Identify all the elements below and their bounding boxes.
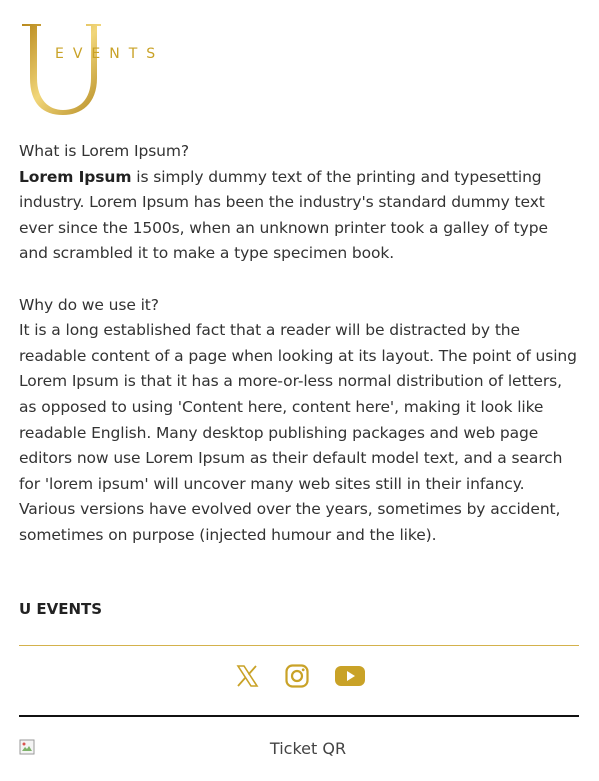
bold-lead: Lorem Ipsum xyxy=(19,167,132,186)
qr-alt-text: Ticket QR xyxy=(269,739,347,758)
social-links xyxy=(0,663,599,689)
x-icon[interactable] xyxy=(234,663,260,689)
footer-brand-title: U EVENTS xyxy=(19,600,103,618)
body-paragraph: It is a long established fact that a rea… xyxy=(19,321,577,544)
body-paragraph: Lorem Ipsum is simply dummy text of the … xyxy=(19,165,581,267)
instagram-icon[interactable] xyxy=(284,663,310,689)
section-heading: Why do we use it? xyxy=(19,295,159,314)
logo-wordmark: EVENTS xyxy=(55,46,159,62)
divider xyxy=(19,715,579,717)
section-heading: What is Lorem Ipsum? xyxy=(19,142,190,160)
youtube-icon[interactable] xyxy=(334,663,366,689)
email-body: What is Lorem Ipsum? Lorem Ipsum is simp… xyxy=(19,139,581,549)
email-page: EVENTS What is Lorem Ipsum? Lorem Ipsum … xyxy=(0,0,599,781)
ticket-qr-image: Ticket QR xyxy=(19,739,579,761)
divider xyxy=(19,645,579,646)
u-events-logo: EVENTS xyxy=(22,24,159,115)
